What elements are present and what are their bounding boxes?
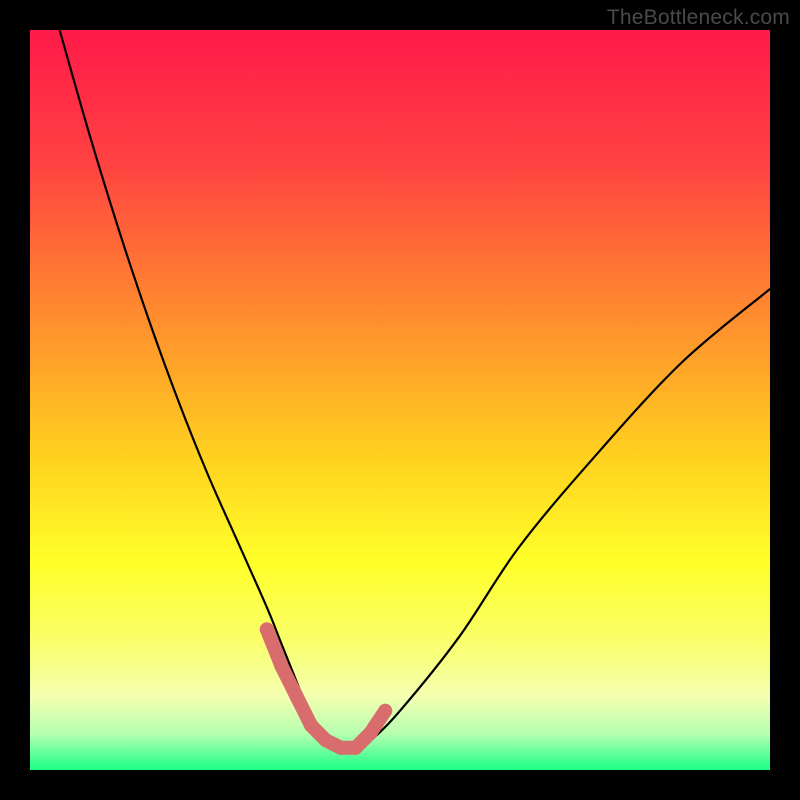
optimal-marker: [275, 659, 289, 673]
optimal-marker: [378, 704, 392, 718]
optimal-marker: [304, 719, 318, 733]
chart-svg: [30, 30, 770, 770]
optimal-marker: [260, 622, 274, 636]
watermark-text: TheBottleneck.com: [607, 6, 790, 30]
plot-area: [30, 30, 770, 770]
bottleneck-curve: [60, 30, 770, 749]
optimal-marker: [334, 741, 348, 755]
optimal-marker: [363, 726, 377, 740]
optimal-marker: [319, 733, 333, 747]
optimal-marker: [349, 741, 363, 755]
optimal-marker: [289, 689, 303, 703]
